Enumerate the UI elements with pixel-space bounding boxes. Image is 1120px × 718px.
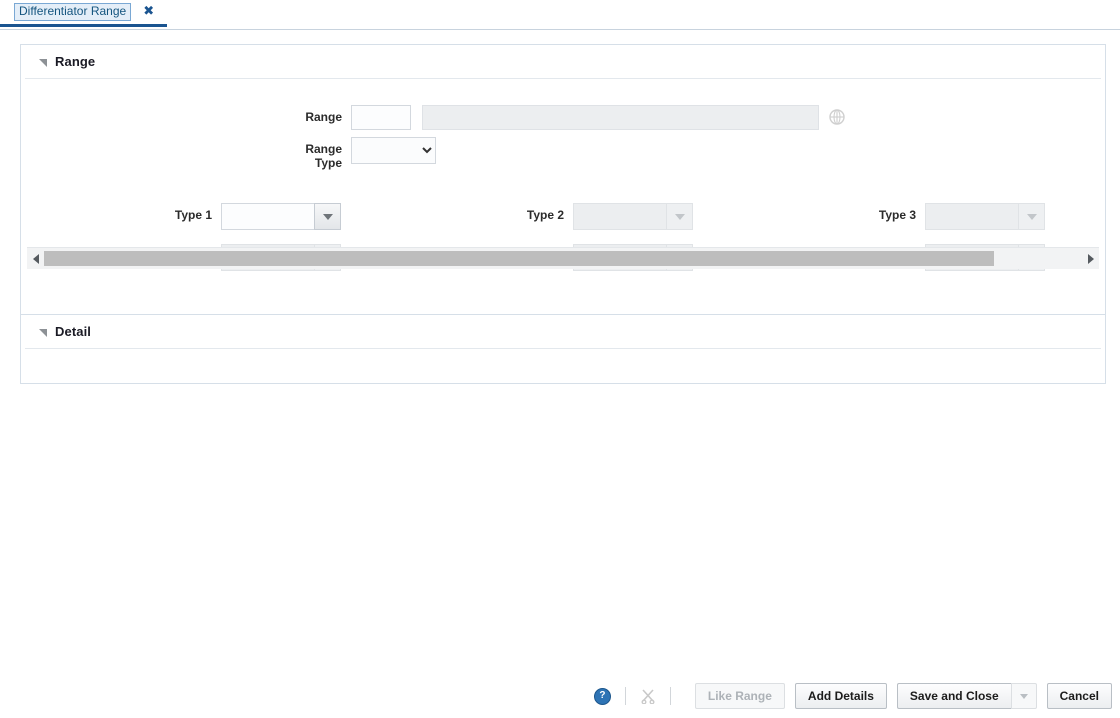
cancel-button[interactable]: Cancel bbox=[1046, 683, 1112, 709]
footer-toolbar: ? Like Range Add Details Save and Close … bbox=[0, 674, 1120, 718]
type-3-dropdown-icon[interactable] bbox=[1018, 203, 1045, 230]
field-row-range: Range bbox=[21, 105, 845, 130]
type-3-label: Type 3 bbox=[878, 208, 916, 222]
chevron-down-icon[interactable] bbox=[1010, 683, 1037, 709]
horizontal-scrollbar[interactable] bbox=[27, 247, 1099, 269]
detail-section-divider bbox=[25, 348, 1101, 349]
range-section-header[interactable]: Range bbox=[21, 45, 1105, 78]
scroll-right-arrow-icon[interactable] bbox=[1082, 249, 1099, 268]
save-and-close-button[interactable]: Save and Close bbox=[896, 683, 1011, 709]
range-type-select[interactable] bbox=[351, 137, 436, 164]
range-id-input[interactable] bbox=[351, 105, 411, 130]
type-1-lov[interactable] bbox=[221, 203, 341, 230]
disclosure-triangle-icon[interactable] bbox=[39, 328, 47, 337]
type-2-dropdown-icon[interactable] bbox=[666, 203, 693, 230]
type-1-dropdown-icon[interactable] bbox=[314, 203, 341, 230]
disclosure-triangle-icon[interactable] bbox=[39, 58, 47, 67]
scroll-left-arrow-icon[interactable] bbox=[27, 249, 44, 268]
main-panel: Range Range Range Type Type 1 Type 2 Typ… bbox=[20, 44, 1106, 384]
tab-bar: Differentiator Range ✖ bbox=[0, 0, 1120, 30]
tab-differentiator-range[interactable]: Differentiator Range ✖ bbox=[0, 0, 167, 27]
range-type-label-line2: Type bbox=[314, 156, 342, 170]
detail-section-header[interactable]: Detail bbox=[21, 315, 1105, 348]
type-3-input[interactable] bbox=[925, 203, 1018, 230]
range-label: Range bbox=[305, 110, 342, 124]
range-description-input[interactable] bbox=[422, 105, 819, 130]
field-row-range-type: Range Type bbox=[21, 137, 436, 170]
footer-separator bbox=[624, 687, 626, 705]
type-1-label: Type 1 bbox=[174, 208, 212, 222]
field-row-type-1: Type 1 bbox=[21, 203, 341, 230]
scrollbar-thumb[interactable] bbox=[44, 251, 994, 266]
range-type-label: Range Type bbox=[21, 137, 351, 170]
scrollbar-track[interactable] bbox=[44, 251, 1082, 266]
help-icon[interactable]: ? bbox=[593, 687, 611, 705]
tab-label: Differentiator Range bbox=[14, 3, 132, 21]
type-1-input[interactable] bbox=[221, 203, 314, 230]
globe-icon[interactable] bbox=[829, 109, 845, 125]
field-row-type-2: Type 2 bbox=[373, 203, 693, 230]
detail-section: Detail bbox=[21, 314, 1105, 383]
close-icon[interactable]: ✖ bbox=[143, 5, 154, 18]
type-3-lov[interactable] bbox=[925, 203, 1045, 230]
range-section-title: Range bbox=[55, 54, 96, 69]
footer-separator bbox=[669, 687, 671, 705]
save-and-close-split-button: Save and Close bbox=[896, 683, 1037, 709]
like-range-button[interactable]: Like Range bbox=[694, 683, 785, 709]
type-2-lov[interactable] bbox=[573, 203, 693, 230]
type-2-input[interactable] bbox=[573, 203, 666, 230]
detail-section-title: Detail bbox=[55, 324, 92, 339]
range-type-label-line1: Range bbox=[305, 142, 342, 156]
range-form-area: Range Range Type Type 1 Type 2 Type 3 bbox=[21, 79, 1105, 271]
type-2-label: Type 2 bbox=[526, 208, 564, 222]
field-row-type-3: Type 3 bbox=[725, 203, 1045, 230]
cut-scissors-icon[interactable] bbox=[640, 688, 656, 705]
add-details-button[interactable]: Add Details bbox=[794, 683, 887, 709]
